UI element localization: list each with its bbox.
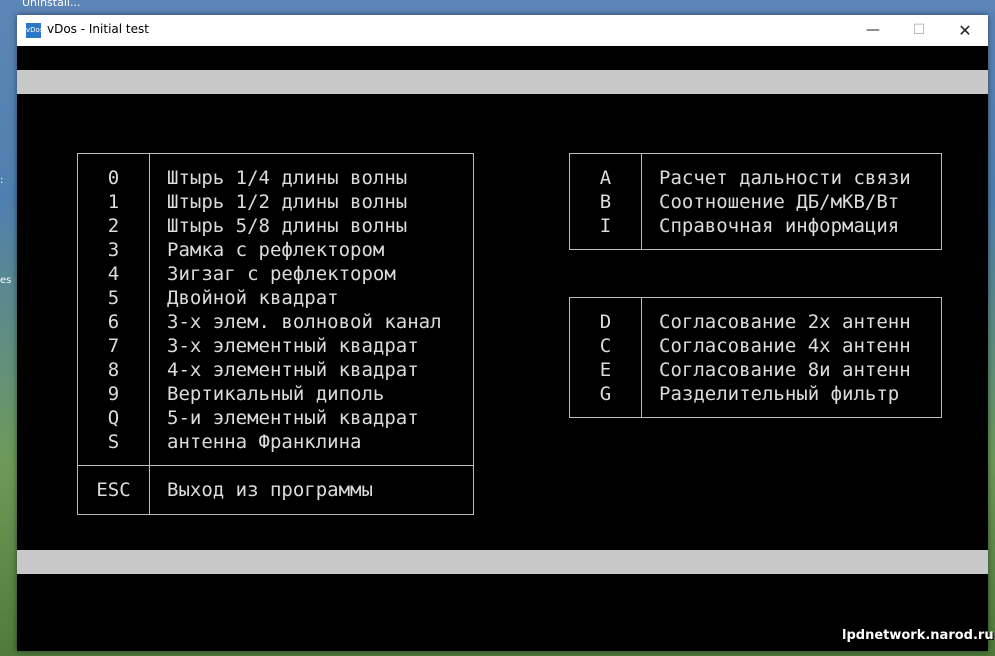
antenna-menu-key: 0 [107,167,120,189]
antenna-menu-label: 4-х элементный квадрат [167,359,419,381]
matching-menu-label: Разделительный фильтр [659,383,900,405]
info-menu-item[interactable]: I Справочная информация [570,214,930,238]
window-title: vDos - Initial test [47,22,149,36]
info-menu-label: Расчет дальности связи [659,167,911,189]
antenna-menu-key: S [107,431,120,453]
antenna-menu-item[interactable]: 2 Штырь 5/8 длины волны [78,214,438,238]
antenna-menu-label: Зигзаг с рефлектором [167,263,396,285]
matching-menu-item[interactable]: D Согласование 2х антенн [570,310,930,334]
antenna-menu-key: Q [107,407,120,429]
exit-menu-item[interactable]: ESC Выход из программы [78,478,438,502]
watermark: lpdnetwork.narod.ru [842,628,994,643]
antenna-menu-label: Рамка с рефлектором [167,239,385,261]
header-bar: РАСЧЕТ ПРОСТЫХ УКВ АНТЕНН В ДИАПАЗОНЕ ОТ… [17,70,988,141]
title-bar[interactable]: vDos vDos - Initial test — ☐ ✕ [17,15,988,47]
antenna-menu-label: Штырь 5/8 длины волны [167,215,408,237]
antenna-menu-item[interactable]: 8 4-х элементный квадрат [78,358,438,382]
version-info: Версия 8.1s2 от 29.05.2000г. [649,599,970,621]
copyright: UA6HJQ (c) 1994-2000 [741,119,970,141]
matching-menu-label: Согласование 2х антенн [659,311,911,333]
program-title: РАСЧЕТ ПРОСТЫХ УКВ АНТЕНН В ДИАПАЗОНЕ ОТ… [35,95,665,117]
antenna-menu-key: 8 [107,359,120,381]
antenna-menu-label: антенна Франклина [167,431,362,453]
antenna-menu-item[interactable]: 4 Зигзаг с рефлектором [78,262,438,286]
matching-menu-key: C [599,335,612,357]
antenna-menu-item[interactable]: 1 Штырь 1/2 длины волны [78,190,438,214]
antenna-menu-label: Двойной квадрат [167,287,339,309]
antenna-menu-item[interactable]: 7 3-х элементный квадрат [78,334,438,358]
antenna-menu-key: 4 [107,263,120,285]
matching-menu-label: Согласование 4х антенн [659,335,911,357]
antenna-menu-item[interactable]: 6 3-х элем. волновой канал [78,310,442,334]
info-menu-item[interactable]: A Расчет дальности связи [570,166,930,190]
matching-menu-key: E [599,359,612,381]
antenna-menu-item[interactable]: 0 Штырь 1/4 длины волны [78,166,438,190]
antenna-menu-item[interactable]: Sантенна Франклина [78,430,438,454]
close-button[interactable]: ✕ [942,15,988,46]
antenna-menu-key: 1 [107,191,120,213]
vdos-window: vDos vDos - Initial test — ☐ ✕ РАСЧЕТ ПР… [17,15,988,651]
matching-menu-label: Согласование 8и антенн [659,359,911,381]
vdos-app-icon: vDos [26,23,43,38]
desktop-edge-label: es [0,275,12,286]
desktop-label: Uninstall... [22,0,81,9]
antenna-menu-item[interactable]: 9 Вертикальный диполь [78,382,438,406]
antenna-menu-key: 2 [107,215,120,237]
antenna-menu-item[interactable]: Q 5-и элементный квадрат [78,406,438,430]
antenna-menu-label: Штырь 1/4 длины волны [167,167,408,189]
matching-menu-item[interactable]: E Согласование 8и антенн [570,358,930,382]
antenna-menu-key: 5 [107,287,120,309]
info-menu-key: A [599,167,612,189]
matching-menu-item[interactable]: G Разделительный фильтр [570,382,930,406]
antenna-menu-key: 7 [107,335,120,357]
info-menu-label: Справочная информация [659,215,900,237]
info-menu-item[interactable]: B Соотношение ДБ/мКВ/Вт [570,190,930,214]
antenna-menu-label: 5-и элементный квадрат [167,407,419,429]
antenna-menu-key: 9 [107,383,120,405]
info-menu-label: Соотношение ДБ/мКВ/Вт [659,191,900,213]
maximize-button[interactable]: ☐ [896,15,942,46]
antenna-menu-label: 3-х элем. волновой канал [167,311,442,333]
footer-info: Программа написана на Borland Turbo Basi… [35,575,504,597]
dos-screen: РАСЧЕТ ПРОСТЫХ УКВ АНТЕНН В ДИАПАЗОНЕ ОТ… [17,46,988,651]
exit-key: ESC [96,479,131,501]
footer-bar: Программа написана на Borland Turbo Basi… [17,550,988,621]
antenna-menu-label: 3-х элементный квадрат [167,335,419,357]
matching-menu-key: G [599,383,612,405]
matching-menu-key: D [599,311,612,333]
antenna-menu-key: 3 [107,239,120,261]
desktop-edge-label: : [0,175,4,186]
antenna-menu-label: Вертикальный диполь [167,383,385,405]
antenna-menu-item[interactable]: 3 Рамка с рефлектором [78,238,438,262]
exit-label: Выход из программы [167,479,373,501]
info-menu-key: I [599,215,612,237]
minimize-button[interactable]: — [850,15,896,46]
info-menu-key: B [599,191,612,213]
antenna-menu-label: Штырь 1/2 длины волны [167,191,408,213]
antenna-menu-item[interactable]: 5 Двойной квадрат [78,286,438,310]
matching-menu-item[interactable]: C Согласование 4х антенн [570,334,930,358]
antenna-menu-key: 6 [107,311,120,333]
